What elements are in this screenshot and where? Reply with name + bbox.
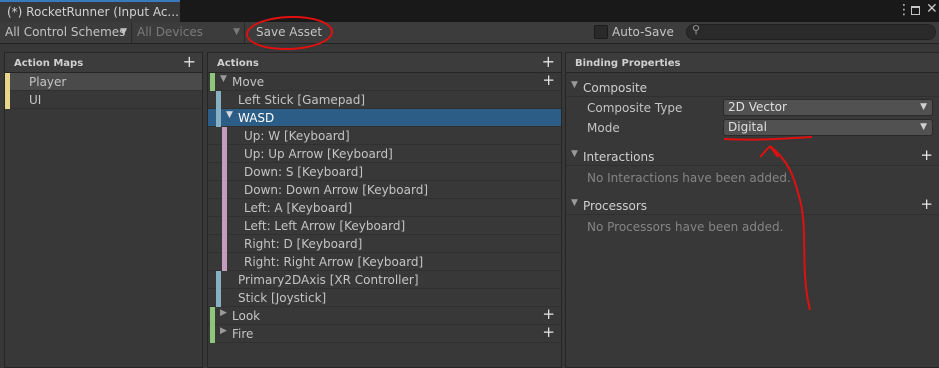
annotation-arrow: [759, 145, 811, 311]
annotation-underline: [723, 136, 813, 141]
annotation-overlay: [723, 136, 813, 311]
